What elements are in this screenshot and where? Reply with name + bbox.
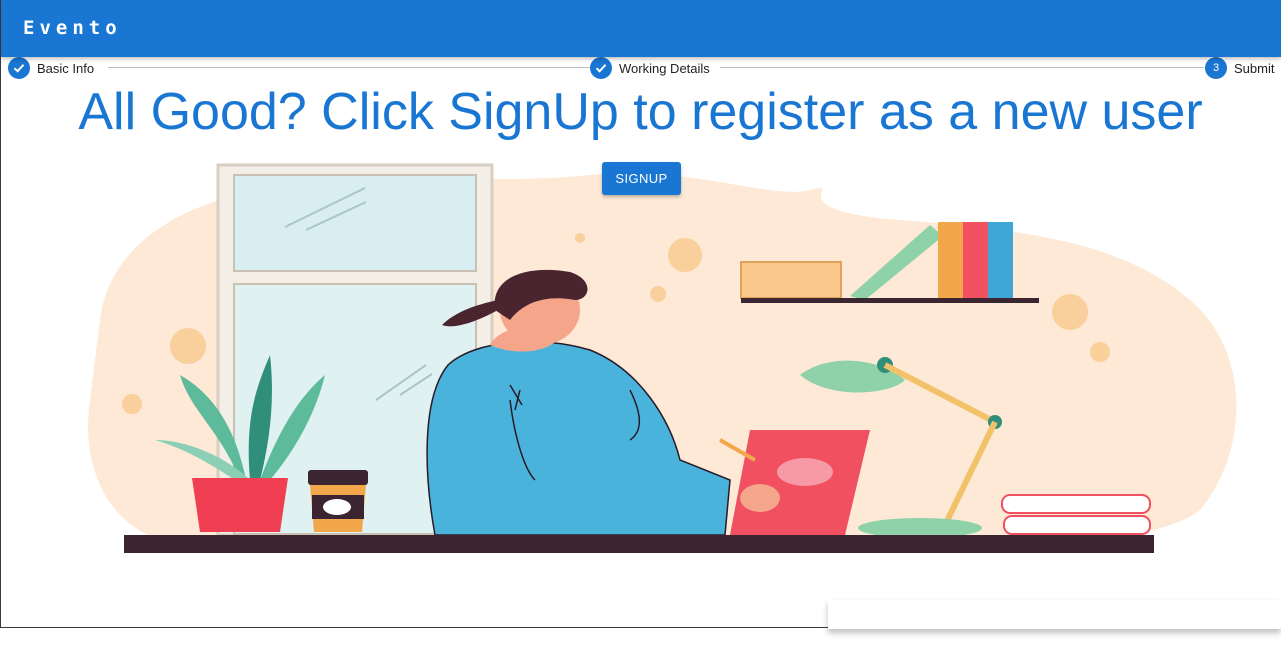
step-connector: [720, 67, 1204, 68]
card-bottom-edge: [828, 600, 1281, 629]
step-submit[interactable]: 3 Submit: [1205, 57, 1281, 79]
bottom-border: [0, 627, 828, 628]
page-headline: All Good? Click SignUp to register as a …: [78, 83, 1203, 141]
check-icon: [8, 57, 30, 79]
step-working-details[interactable]: Working Details: [590, 57, 716, 79]
step-label: Basic Info: [37, 60, 95, 76]
page: Evento Basic Info Working Details 3 Subm…: [0, 0, 1281, 668]
step-basic-info[interactable]: Basic Info: [8, 57, 101, 79]
signup-button[interactable]: SIGNUP: [602, 162, 681, 195]
step-label: Working Details: [619, 60, 710, 76]
stepper: Basic Info Working Details 3 Submit: [8, 57, 1281, 79]
woman-at-desk-illustration: [88, 163, 1237, 553]
step-connector: [108, 67, 596, 68]
step-number-icon: 3: [1205, 57, 1227, 79]
step-label: Submit: [1234, 60, 1275, 76]
check-icon: [590, 57, 612, 79]
app-title: Evento: [23, 17, 122, 39]
app-bar: Evento: [1, 0, 1281, 57]
